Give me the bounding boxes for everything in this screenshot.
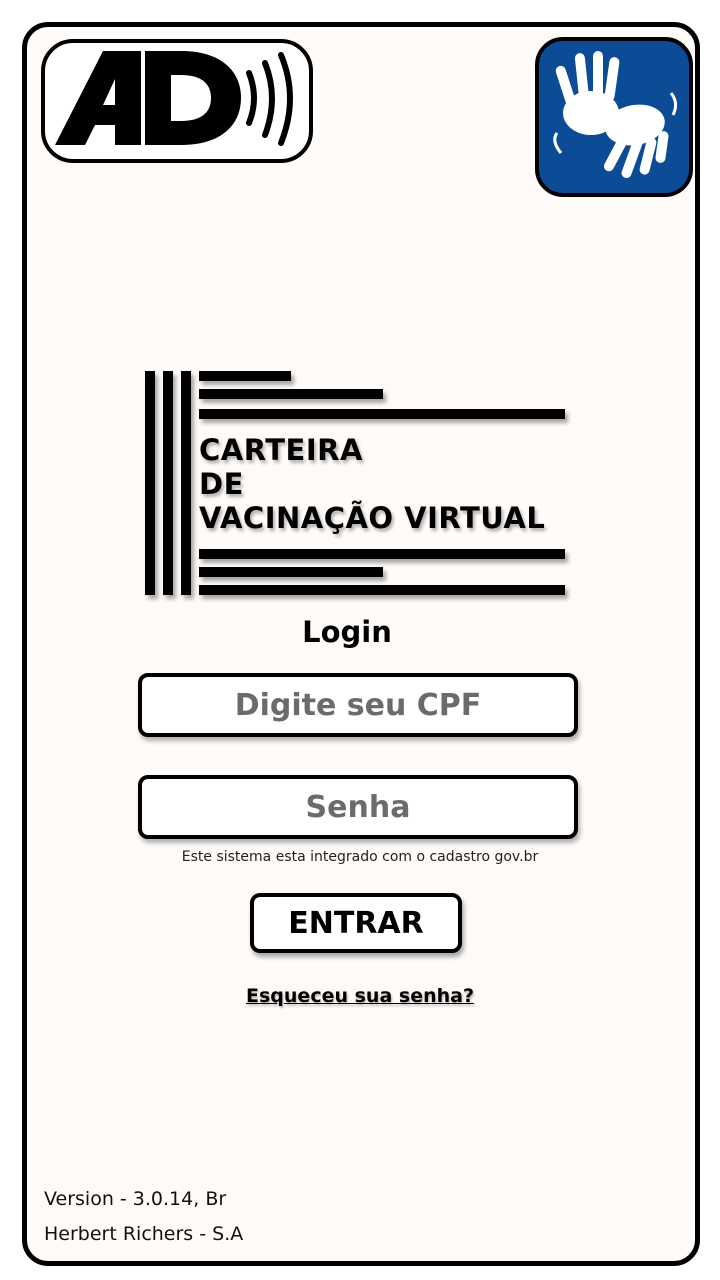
sign-language-icon[interactable] [535,37,693,197]
password-field [138,775,578,839]
logo-horizontal-bar [199,567,383,577]
logo-horizontal-bar [199,549,565,559]
app-logo: CARTEIRA DE VACINAÇÃO VIRTUAL [145,365,575,597]
login-title: Login [302,615,392,649]
audio-description-graphic [55,51,293,146]
company-label: Herbert Richers - S.A [44,1223,244,1245]
logo-title-line: VACINAÇÃO VIRTUAL [199,501,546,535]
version-label: Version - 3.0.14, Br [44,1188,227,1210]
forgot-password-link[interactable]: Esqueceu sua senha? [27,985,693,1007]
enter-button[interactable]: ENTRAR [250,893,462,953]
logo-title-line: DE [199,467,244,501]
password-input[interactable] [142,778,574,836]
logo-horizontal-bar [199,585,565,595]
gov-integration-note: Este sistema esta integrado com o cadast… [181,849,539,865]
logo-horizontal-bar [199,389,383,399]
logo-vertical-bar [163,371,173,595]
hands-graphic [553,51,678,179]
app-frame: CARTEIRA DE VACINAÇÃO VIRTUAL Login Este… [22,22,700,1266]
cpf-field [138,673,578,737]
logo-title: CARTEIRA DE VACINAÇÃO VIRTUAL [199,433,545,535]
logo-horizontal-bar [199,371,291,381]
logo-horizontal-bar [199,409,565,419]
cpf-input[interactable] [142,676,574,734]
logo-vertical-bar [145,371,155,595]
logo-vertical-bar [181,371,191,595]
logo-title-line: CARTEIRA [199,433,363,467]
audio-description-icon[interactable] [41,39,313,163]
